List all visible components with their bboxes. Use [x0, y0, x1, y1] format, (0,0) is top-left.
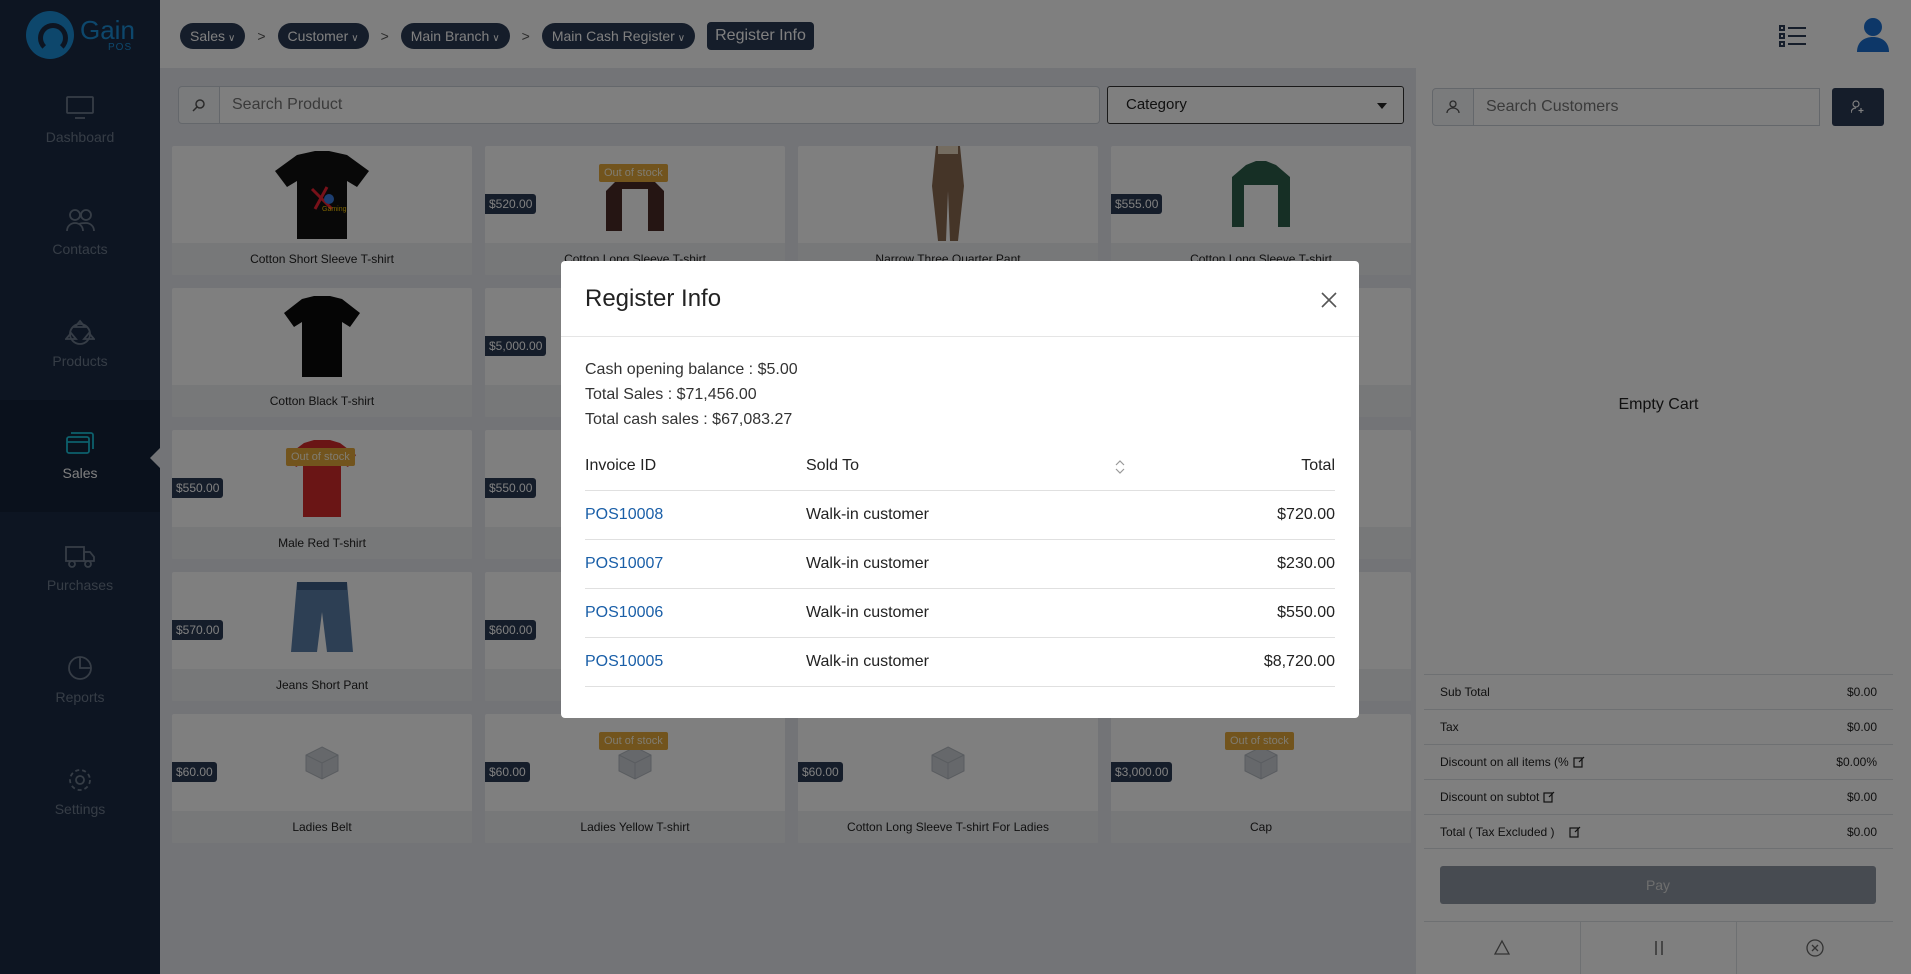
sold-to-cell: Walk-in customer	[806, 555, 929, 572]
stat-total-cash-sales: Total cash sales : $67,083.27	[585, 411, 793, 428]
total-cell: $720.00	[1277, 506, 1335, 523]
modal-title: Register Info	[585, 285, 722, 312]
table-row: POS10006 Walk-in customer $550.00	[585, 589, 1335, 638]
close-icon[interactable]	[1317, 288, 1341, 312]
table-row: POS10005 Walk-in customer $8,720.00	[585, 638, 1335, 687]
sold-to-cell: Walk-in customer	[806, 506, 929, 523]
sort-icon[interactable]	[1115, 459, 1125, 475]
total-cell: $550.00	[1277, 604, 1335, 621]
invoice-table: Invoice ID Sold To Total POS10008 Walk-i…	[585, 441, 1335, 687]
register-info-modal: Register Info Cash opening balance : $5.…	[561, 261, 1359, 718]
invoice-link[interactable]: POS10007	[585, 555, 806, 573]
invoice-link[interactable]: POS10005	[585, 653, 806, 671]
modal-body: Cash opening balance : $5.00 Total Sales…	[585, 357, 1335, 687]
total-cell: $230.00	[1277, 555, 1335, 572]
table-row: POS10008 Walk-in customer $720.00	[585, 491, 1335, 540]
invoice-link[interactable]: POS10006	[585, 604, 806, 622]
table-row: POS10007 Walk-in customer $230.00	[585, 540, 1335, 589]
stat-opening-balance: Cash opening balance : $5.00	[585, 361, 798, 378]
modal-header: Register Info	[561, 261, 1359, 337]
table-header: Invoice ID Sold To Total	[585, 441, 1335, 491]
column-header-invoice-id[interactable]: Invoice ID	[585, 457, 806, 475]
column-header-sold-to[interactable]: Sold To	[806, 457, 1116, 475]
sold-to-cell: Walk-in customer	[806, 604, 929, 621]
invoice-link[interactable]: POS10008	[585, 506, 806, 524]
total-cell: $8,720.00	[1263, 653, 1335, 670]
column-header-total[interactable]: Total	[1116, 457, 1335, 475]
sold-to-cell: Walk-in customer	[806, 653, 929, 670]
stat-total-sales: Total Sales : $71,456.00	[585, 386, 757, 403]
